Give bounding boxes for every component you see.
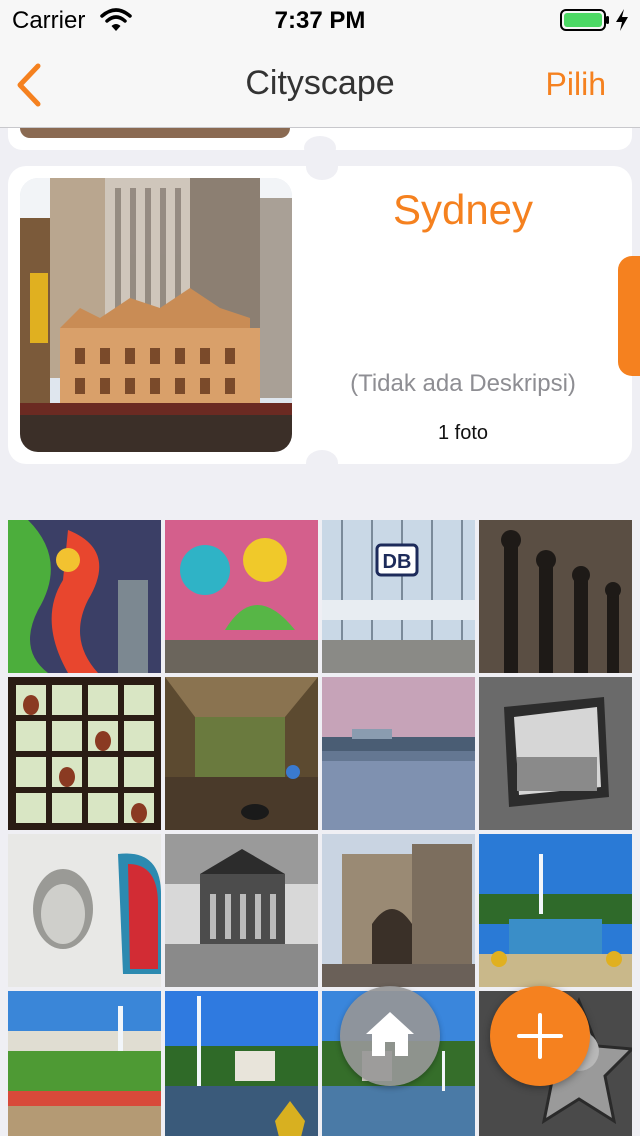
side-drawer-tab[interactable]: [618, 256, 640, 376]
palace-fountain-photo[interactable]: [479, 834, 632, 987]
svg-text:DB: DB: [383, 551, 412, 573]
window-vases-photo[interactable]: [8, 677, 161, 830]
plus-icon: [517, 1013, 563, 1059]
river-reflection-photo[interactable]: [322, 677, 475, 830]
battery-icon: [560, 9, 609, 31]
home-button[interactable]: [340, 986, 440, 1086]
berlin-hauptbahnhof-photo[interactable]: DB: [322, 520, 475, 673]
status-bar: Carrier 7:37 PM: [0, 0, 640, 40]
page-title: Cityscape: [245, 64, 395, 102]
select-button[interactable]: Pilih: [546, 66, 606, 103]
add-button[interactable]: [490, 986, 590, 1086]
iron-fence-photo[interactable]: [479, 520, 632, 673]
previous-album-thumbnail: [20, 128, 290, 138]
graffiti-wall-photo[interactable]: [165, 520, 318, 673]
home-icon: [366, 1012, 414, 1056]
album-title: Sydney: [392, 186, 534, 233]
abandoned-room-photo[interactable]: [165, 677, 318, 830]
status-time: 7:37 PM: [274, 7, 366, 34]
graffiti-dragon-photo[interactable]: [8, 520, 161, 673]
face-drawing-photo[interactable]: [8, 834, 161, 987]
palace-garden-photo[interactable]: [8, 991, 161, 1136]
stone-gate-photo[interactable]: [322, 834, 475, 987]
window-frame-photo[interactable]: [479, 677, 632, 830]
ticket-notch: [304, 136, 336, 160]
charging-bolt-icon: [616, 9, 628, 31]
album-card[interactable]: Sydney (Tidak ada Deskripsi) 1 foto: [8, 166, 632, 464]
screen: Carrier 7:37 PM Cityscape Pilih Sydney (…: [0, 0, 640, 1136]
fountain-pavilion-photo[interactable]: [165, 991, 318, 1136]
album-thumbnail: [20, 178, 292, 452]
navigation-bar: Cityscape Pilih: [0, 40, 640, 128]
album-description: (Tidak ada Deskripsi): [350, 370, 576, 397]
photo-count: 1 foto: [437, 422, 489, 444]
previous-album-card[interactable]: [8, 128, 632, 160]
ticket-notch: [306, 166, 338, 180]
ticket-notch: [306, 450, 338, 464]
concert-hall-photo[interactable]: [165, 834, 318, 987]
